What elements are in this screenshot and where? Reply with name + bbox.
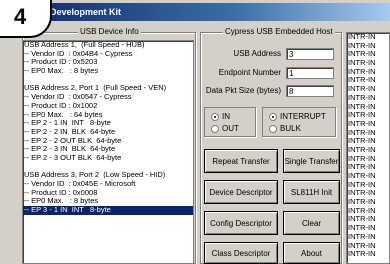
clear-button[interactable]: Clear: [283, 211, 340, 235]
direction-out-radio[interactable]: OUT: [211, 124, 239, 133]
direction-out-label: OUT: [222, 124, 239, 133]
endpoint-number-label: Endpoint Number: [218, 68, 281, 77]
app-window: 4 Development Kit USB Device Info USB Ad…: [0, 0, 390, 264]
endpoint-number-input[interactable]: 1: [286, 67, 334, 79]
host-group-label: Cypress USB Embedded Host: [223, 27, 335, 36]
radio-selected-icon: [269, 112, 277, 121]
type-bulk-radio[interactable]: BULK: [269, 124, 301, 133]
step-number: 4: [14, 4, 27, 29]
usb-address-label: USB Address: [233, 49, 281, 58]
transfer-log-list[interactable]: INTR-IN INTR-IN INTR-IN INTR-IN INTR-IN INTR-…: [346, 32, 390, 264]
device-info-line[interactable]: -- EP0 Max. : 8 bytes: [23, 66, 193, 76]
device-info-line[interactable]: -- EP 3 - 1 IN INT 8-byte: [23, 205, 193, 215]
direction-in-label: IN: [222, 112, 230, 121]
about-button[interactable]: About: [283, 242, 340, 264]
title-bar[interactable]: Development Kit: [0, 3, 390, 21]
usb-device-info-list[interactable]: USB Address 1, (Full Speed - HUB) -- Vend…: [22, 40, 194, 264]
step-number-badge: 4: [0, 0, 52, 38]
direction-radio-group: IN OUT: [204, 107, 256, 137]
direction-in-radio[interactable]: IN: [211, 112, 230, 121]
device-info-line[interactable]: -- EP 2 - 3 OUT BLK 64-byte: [23, 153, 193, 163]
data-packet-size-label: Data Pkt Size (bytes): [205, 86, 281, 95]
class-descriptor-button[interactable]: Class Descriptor: [204, 242, 278, 264]
radio-selected-icon: [211, 112, 219, 121]
type-interrupt-label: INTERRUPT: [280, 112, 326, 121]
data-packet-size-input[interactable]: 8: [286, 85, 334, 97]
device-descriptor-button[interactable]: Device Descriptor: [204, 180, 278, 204]
transfer-type-radio-group: INTERRUPT BULK: [262, 107, 336, 137]
type-bulk-label: BULK: [280, 124, 301, 133]
radio-unselected-icon: [269, 124, 277, 133]
config-descriptor-button[interactable]: Config Descriptor: [204, 211, 278, 235]
radio-unselected-icon: [211, 124, 219, 133]
sl811h-init-button[interactable]: SL811H Init: [283, 180, 340, 204]
single-transfer-button[interactable]: Single Transfer: [283, 149, 340, 173]
type-interrupt-radio[interactable]: INTERRUPT: [269, 112, 326, 121]
usb-device-info-label: USB Device Info: [78, 27, 141, 36]
log-line[interactable]: INTR-IN: [347, 249, 389, 259]
window-title: Development Kit: [50, 7, 122, 17]
repeat-transfer-button[interactable]: Repeat Transfer: [204, 149, 278, 173]
usb-address-input[interactable]: 3: [286, 48, 334, 60]
